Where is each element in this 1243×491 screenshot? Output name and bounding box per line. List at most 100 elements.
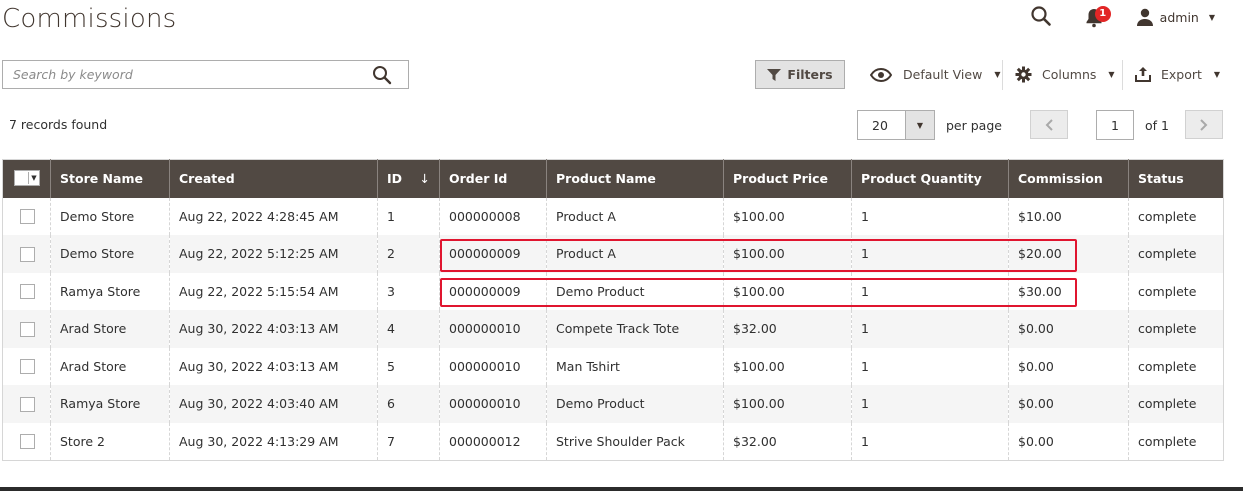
id-cell: 1	[377, 197, 440, 235]
column-header-product-price[interactable]: Product Price	[723, 159, 852, 198]
store-name-cell: Demo Store	[50, 197, 170, 235]
per-page-select[interactable]: 20 ▼	[857, 110, 935, 140]
order-id-cell: 000000009	[439, 272, 547, 310]
default-view-label: Default View	[903, 67, 983, 82]
product-quantity-cell: 1	[851, 197, 1009, 235]
chevron-down-icon: ▼	[994, 70, 1001, 79]
filters-button[interactable]: Filters	[755, 60, 845, 89]
previous-page-button[interactable]	[1030, 110, 1068, 139]
filters-label: Filters	[787, 67, 833, 82]
next-page-button[interactable]	[1185, 110, 1223, 139]
row-select-cell	[2, 310, 51, 348]
table-row[interactable]: Arad Store Aug 30, 2022 4:03:13 AM 5 000000…	[3, 347, 1224, 386]
status-cell: complete	[1128, 310, 1224, 348]
order-id-cell: 000000008	[439, 197, 547, 235]
column-header-id-label: ID	[387, 171, 403, 187]
row-checkbox[interactable]	[20, 246, 35, 262]
column-header-store-name[interactable]: Store Name	[50, 159, 170, 198]
product-name-cell: Strive Shoulder Pack	[546, 422, 724, 460]
export-dropdown[interactable]: Export ▼	[1135, 60, 1220, 89]
product-name-cell: Demo Product	[546, 385, 724, 423]
bottom-bar	[0, 487, 1243, 491]
table-row[interactable]: Ramya Store Aug 22, 2022 5:15:54 AM 3 00000…	[3, 272, 1224, 311]
column-header-product-quantity[interactable]: Product Quantity	[851, 159, 1009, 198]
admin-user-menu[interactable]: admin ▼	[1136, 8, 1215, 26]
row-checkbox[interactable]	[20, 321, 35, 337]
row-checkbox[interactable]	[20, 396, 35, 412]
column-header-id[interactable]: ID ↓	[377, 159, 440, 198]
grid-header-row: ▼ Store Name Created ID ↓ Order Id Produc…	[2, 159, 1224, 198]
table-row[interactable]: Demo Store Aug 22, 2022 5:12:25 AM 2 000000…	[2, 235, 1224, 273]
created-cell: Aug 22, 2022 5:12:25 AM	[169, 235, 378, 273]
commission-cell: $0.00	[1008, 385, 1129, 423]
global-search-icon[interactable]	[1030, 5, 1056, 29]
row-checkbox[interactable]	[20, 359, 35, 375]
row-select-cell	[3, 348, 51, 386]
column-header-commission[interactable]: Commission	[1008, 159, 1129, 198]
order-id-cell: 000000010	[439, 347, 547, 385]
id-cell: 2	[377, 235, 440, 273]
product-price-cell: $32.00	[723, 422, 852, 460]
table-row[interactable]: Demo Store Aug 22, 2022 4:28:45 AM 1 000000…	[3, 197, 1224, 235]
store-name-cell: Arad Store	[50, 310, 170, 348]
status-cell: complete	[1128, 422, 1224, 460]
product-quantity-cell: 1	[851, 235, 1009, 273]
default-view-dropdown[interactable]: Default View ▼	[870, 60, 1000, 89]
mass-select-header: ▼	[2, 159, 51, 198]
order-id-cell: 000000010	[439, 385, 547, 423]
eye-icon	[870, 67, 892, 82]
table-row[interactable]: Ramya Store Aug 30, 2022 4:03:40 AM 6 00000…	[2, 385, 1224, 423]
created-cell: Aug 30, 2022 4:03:40 AM	[169, 385, 378, 423]
keyword-search	[2, 60, 409, 89]
product-name-cell: Product A	[546, 197, 724, 235]
toolbar-divider	[1002, 60, 1003, 90]
search-icon[interactable]	[372, 65, 392, 85]
product-price-cell: $100.00	[723, 197, 852, 235]
store-name-cell: Demo Store	[50, 235, 170, 273]
product-price-cell: $100.00	[723, 272, 852, 310]
export-label: Export	[1161, 67, 1202, 82]
table-row[interactable]: Store 2 Aug 30, 2022 4:13:29 AM 7 000000012…	[3, 422, 1224, 460]
search-input[interactable]	[3, 61, 383, 88]
product-price-cell: $100.00	[723, 347, 852, 385]
row-checkbox[interactable]	[20, 284, 35, 300]
id-cell: 6	[377, 385, 440, 423]
product-quantity-cell: 1	[851, 310, 1009, 348]
row-select-cell	[3, 273, 51, 311]
column-header-order-id[interactable]: Order Id	[439, 159, 547, 198]
column-header-status[interactable]: Status	[1128, 159, 1224, 198]
table-row[interactable]: Arad Store Aug 30, 2022 4:03:13 AM 4 000000…	[2, 310, 1224, 348]
sort-arrow-icon: ↓	[419, 171, 430, 187]
per-page-label: per page	[946, 118, 1002, 133]
chevron-down-icon: ▼	[1208, 12, 1215, 22]
chevron-right-icon	[1200, 118, 1208, 131]
mass-select-checkbox[interactable]: ▼	[14, 170, 40, 187]
per-page-value: 20	[872, 117, 888, 133]
product-quantity-cell: 1	[851, 347, 1009, 385]
current-page-input[interactable]	[1096, 110, 1134, 140]
columns-label: Columns	[1042, 67, 1097, 82]
product-name-cell: Demo Product	[546, 272, 724, 310]
row-select-cell	[2, 235, 51, 273]
store-name-cell: Store 2	[50, 422, 170, 460]
product-name-cell: Product A	[546, 235, 724, 273]
columns-dropdown[interactable]: Columns ▼	[1015, 60, 1115, 89]
order-id-cell: 000000009	[439, 235, 547, 273]
notifications-bell-icon[interactable]: 1	[1084, 5, 1111, 29]
status-cell: complete	[1128, 235, 1224, 273]
product-price-cell: $100.00	[723, 385, 852, 423]
row-checkbox[interactable]	[20, 209, 35, 225]
filter-icon	[767, 68, 782, 81]
grid-body: Demo Store Aug 22, 2022 4:28:45 AM 1 000000…	[2, 197, 1224, 460]
column-header-product-name[interactable]: Product Name	[546, 159, 724, 198]
id-cell: 5	[377, 347, 440, 385]
row-checkbox[interactable]	[20, 434, 35, 449]
product-quantity-cell: 1	[851, 272, 1009, 310]
header-actions: 1 admin ▼	[1030, 5, 1215, 29]
notification-count-badge: 1	[1094, 6, 1111, 22]
column-header-created[interactable]: Created	[169, 159, 378, 198]
id-cell: 7	[377, 422, 440, 460]
commissions-grid: ▼ Store Name Created ID ↓ Order Id Produc…	[2, 159, 1224, 461]
status-cell: complete	[1128, 347, 1224, 385]
toolbar-divider	[1122, 60, 1123, 90]
